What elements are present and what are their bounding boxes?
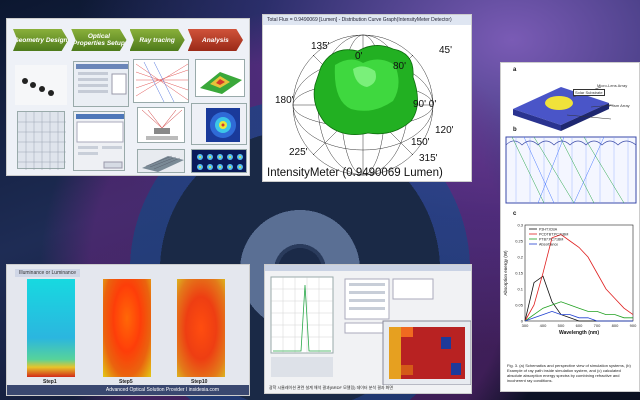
workflow-thumbnails	[15, 59, 247, 173]
result-heatmap	[389, 327, 465, 379]
software-panel: 광학 시뮬레이션 관련 설계 해석 결과(BRDF 모델링) 데이터 분석 결과…	[264, 264, 472, 394]
angle-label-90-0: 90' 0'	[413, 99, 437, 110]
illuminance-footer: Advanced Optical Solution Provider I ins…	[7, 385, 249, 395]
legend-entry: PTB7:PC71BM	[539, 238, 563, 242]
angle-label-315: 315'	[419, 153, 438, 164]
angle-label-45: 45'	[439, 45, 453, 56]
workflow-steps: Geometry Design Optical Properties Setup…	[7, 19, 249, 55]
window-title: Total Flux = 0.9490069 [Lumen] - Distrib…	[263, 15, 471, 25]
intensity-meter-label: IntensityMeter (0.9490069 Lumen)	[267, 167, 443, 179]
intensity-distribution-panel: Total Flux = 0.9490069 [Lumen] - Distrib…	[262, 14, 472, 182]
legend-entry: P3HT:ICBA	[539, 228, 558, 232]
substrate-thumbnail	[137, 149, 185, 173]
target-plot-thumbnail	[191, 103, 247, 145]
prism-ray-thumbnail	[137, 107, 185, 143]
y-tick-label: 0.15	[515, 271, 524, 276]
ray-path-diagram	[505, 136, 637, 204]
x-tick-label: 900	[630, 323, 637, 328]
y-tick-label: 0.2	[517, 255, 523, 260]
spot-array-thumbnail	[191, 149, 247, 173]
illuminance-panel: Illuminance or Luminance Step1 Step5 Ste…	[6, 264, 250, 396]
angle-label-180: 180'	[275, 95, 294, 106]
step-ray-tracing[interactable]: Ray tracing	[129, 29, 185, 51]
x-tick-label: 500	[558, 323, 565, 328]
figure-label-b: b	[513, 127, 517, 133]
x-axis-label: Wavelength (nm)	[559, 330, 599, 336]
x-tick-label: 600	[576, 323, 583, 328]
intensity-lobe	[313, 45, 418, 136]
y-tick-label: 0.3	[517, 223, 523, 228]
setup-dialog-thumbnail	[73, 111, 125, 171]
lens-array-thumbnail	[15, 65, 67, 105]
angle-label-0: 0'	[355, 51, 363, 62]
angle-label-225: 225'	[289, 147, 308, 158]
absorption-chart: 00.050.10.150.20.250.3300 400 500 600 700 800…	[503, 223, 637, 337]
paper-figure-panel: a Micro-Lens Array Prism Array Solar Sub…	[500, 62, 640, 392]
solar-substrate-label: Solar Substrate	[573, 89, 605, 96]
x-tick-label: 700	[594, 323, 601, 328]
y-axis-label: Absorption energy (W)	[503, 250, 508, 296]
heatmap-step10	[177, 279, 225, 377]
angle-label-120: 120'	[435, 125, 454, 136]
software-screenshot	[265, 265, 471, 386]
figure-caption: Fig. 3. (a) Schematics and perspective v…	[507, 363, 631, 383]
y-tick-label: 0.1	[517, 287, 523, 292]
x-tick-label: 300	[522, 323, 529, 328]
step-optical-properties[interactable]: Optical Properties Setup	[71, 29, 127, 51]
angle-label-135: 135'	[311, 41, 330, 52]
micro-lens-label: Micro-Lens Array	[597, 83, 628, 88]
angle-label-80: 80'	[393, 61, 407, 72]
prism-array-label: Prism Array	[609, 103, 630, 108]
legend-entry: PCDTBT:PC71BM	[539, 233, 568, 237]
illuminance-header: Illuminance or Luminance	[15, 269, 80, 277]
ray-trace-thumbnail	[133, 59, 189, 103]
heatmap-step5	[103, 279, 151, 377]
y-tick-label: 0.05	[515, 303, 524, 308]
step-analysis[interactable]: Analysis	[187, 29, 243, 51]
x-tick-label: 400	[540, 323, 547, 328]
properties-dialog-thumbnail	[73, 61, 129, 107]
step-geometry-design[interactable]: Geometry Design	[13, 29, 69, 51]
surface-plot-thumbnail	[195, 59, 245, 97]
mesh-grid-thumbnail	[17, 111, 66, 170]
x-tick-label: 800	[612, 323, 619, 328]
software-caption: 광학 시뮬레이션 관련 설계 해석 결과(BRDF 모델링) 데이터 분석 결과…	[269, 385, 394, 390]
y-tick-label: 0.25	[515, 239, 524, 244]
angle-label-150: 150'	[411, 137, 430, 148]
legend-entry: Absorbance	[539, 243, 558, 247]
heatmap-step1	[27, 279, 75, 377]
workflow-panel: Geometry Design Optical Properties Setup…	[6, 18, 250, 176]
